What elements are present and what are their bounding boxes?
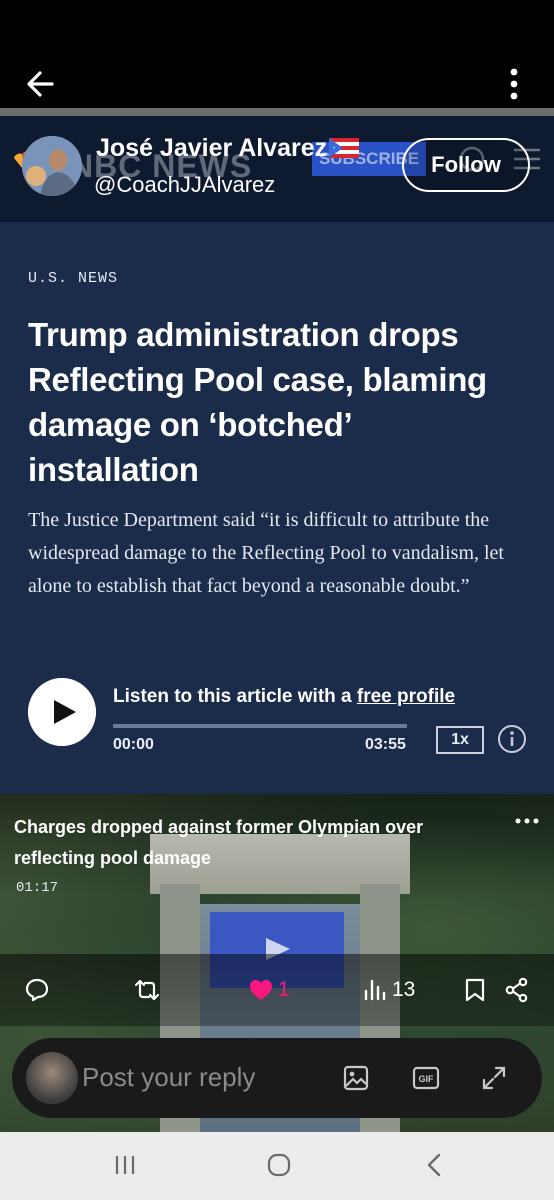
reply-icon [25,978,49,1002]
divider [0,108,554,116]
bookmark-icon [465,978,485,1002]
author-handle[interactable]: @CoachJJAlvarez [94,172,275,198]
info-icon [498,725,526,753]
article-headline: Trump administration drops Reflecting Po… [28,316,487,488]
puerto-rico-flag-icon [329,138,360,158]
reply-button[interactable] [24,976,54,1004]
reply-input[interactable]: Post your reply [82,1062,255,1093]
like-button[interactable]: 1 [248,976,290,1004]
share-button[interactable] [504,976,530,1004]
system-back-icon[interactable] [422,1152,448,1178]
more-horizontal-icon [515,818,539,824]
views-icon [364,979,386,1001]
more-vertical-icon[interactable] [500,66,528,102]
time-total: 03:55 [365,736,406,753]
repost-icon [134,979,160,1001]
repost-button[interactable] [134,976,164,1004]
play-audio-button [28,678,96,746]
section-label: U.S. NEWS [28,270,119,287]
expand-icon[interactable] [480,1064,508,1092]
playback-speed: 1x [436,726,484,754]
system-nav-bar [0,1132,554,1200]
post-actions: 1 13 [0,954,554,1026]
video-title: Charges dropped against former Olympian … [14,817,424,868]
my-avatar [26,1052,78,1104]
bookmark-button[interactable] [462,976,488,1004]
recent-apps-icon[interactable] [112,1152,138,1178]
image-icon[interactable] [342,1064,370,1092]
nbc-header: NBC NEWS SUBSCRIBE José Javier Alvarez @… [0,116,554,222]
views-button[interactable]: 13 [362,976,415,1004]
avatar-image [22,136,82,196]
gif-icon[interactable]: GIF [412,1066,440,1090]
post-media[interactable]: NBC NEWS SUBSCRIBE José Javier Alvarez @… [0,116,554,1132]
heart-icon [250,980,272,1000]
author-name[interactable]: José Javier Alvarez [96,134,360,163]
svg-text:GIF: GIF [419,1074,435,1084]
article-card: U.S. NEWS Trump administration drops Ref… [0,222,554,794]
listen-prompt: Listen to this article with a free profi… [113,686,456,707]
free-profile-link: free profile [356,686,456,707]
share-icon [505,977,528,1003]
reply-composer[interactable]: Post your reply GIF [12,1038,542,1118]
avatar[interactable] [22,136,82,196]
app-top-bar [0,0,554,110]
time-elapsed: 00:00 [113,736,154,753]
home-icon[interactable] [266,1152,292,1178]
arrow-left-icon[interactable] [22,66,60,102]
follow-button[interactable]: Follow [402,138,530,192]
audio-progress-bar [113,724,407,728]
article-dek: The Justice Department said “it is diffi… [28,509,504,597]
video-duration: 01:17 [16,880,59,896]
